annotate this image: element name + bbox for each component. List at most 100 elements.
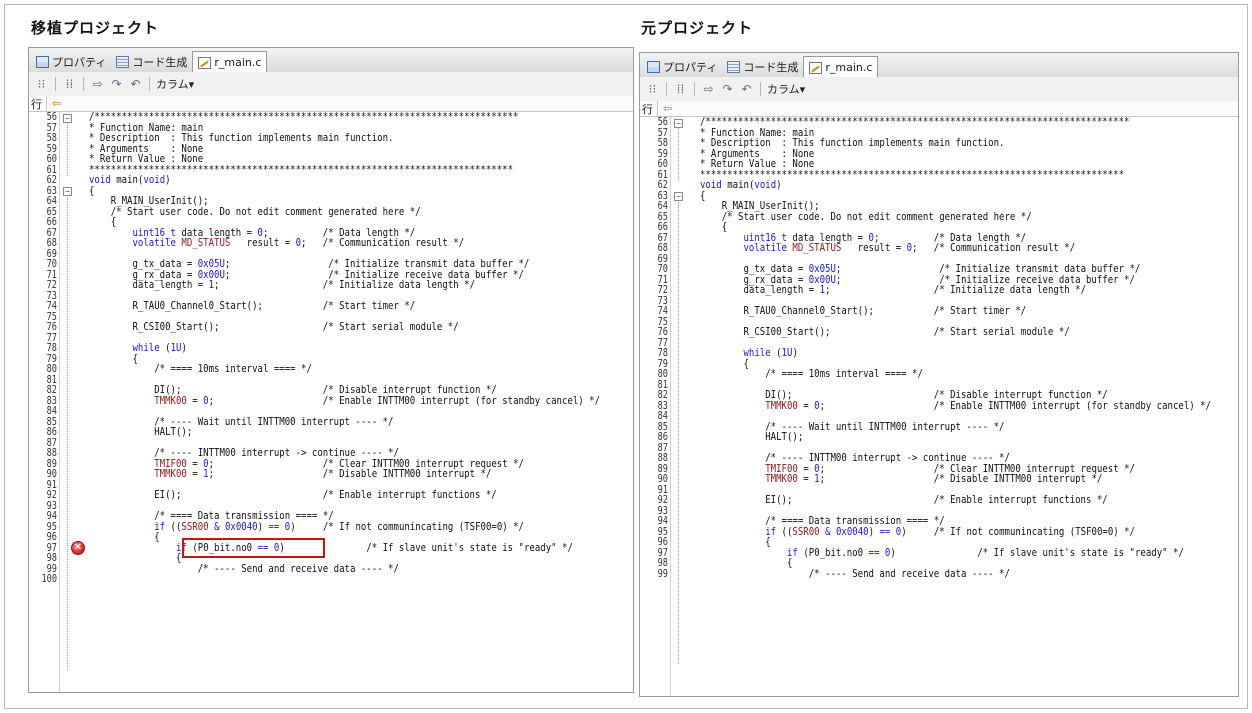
fold-guide bbox=[67, 123, 68, 176]
code-generation-icon bbox=[727, 61, 741, 73]
code-text: TMMK00 = 1; /* Disable INTTM00 interrupt… bbox=[154, 468, 492, 480]
code-text: data_length = 1; /* Initialize data leng… bbox=[89, 279, 476, 291]
code-line: 76 R_CSI00_Start(); /* Start serial modu… bbox=[29, 322, 633, 333]
tab-properties[interactable]: プロパティ bbox=[31, 52, 111, 72]
gutter-divider bbox=[657, 101, 658, 116]
code-text: TMMK00 = 0; /* Enable INTTM00 interrupt … bbox=[154, 394, 601, 407]
code-text: HALT(); bbox=[700, 431, 804, 443]
code-line: 72 data_length = 1; /* Initialize data l… bbox=[640, 285, 1238, 296]
clear-bookmarks-icon[interactable]: ⁞⁞ bbox=[62, 76, 77, 92]
tab-label: コード生成 bbox=[132, 56, 188, 69]
code-text: void main(void) bbox=[700, 179, 782, 191]
fold-toggle-icon[interactable]: − bbox=[674, 119, 683, 128]
code-text: /* ---- Send and receive data ---- */ bbox=[700, 567, 1010, 580]
property-icon bbox=[647, 61, 660, 73]
redo-icon[interactable]: ↷ bbox=[720, 81, 735, 97]
code-line: 72 data_length = 1; /* Initialize data l… bbox=[29, 280, 633, 291]
code-text: R_CSI00_Start(); /* Start serial module … bbox=[89, 321, 459, 333]
current-position-icon[interactable]: ⇦ bbox=[52, 97, 61, 110]
code-line: 86 HALT(); bbox=[29, 427, 633, 438]
code-line: 83 TMMK00 = 0; /* Enable INTTM00 interru… bbox=[640, 399, 1238, 412]
code-line: 90 TMMK00 = 1; /* Disable INTTM00 interr… bbox=[29, 469, 633, 480]
code-text: /* Start user code. Do not edit comment … bbox=[89, 205, 421, 218]
toolbar-separator bbox=[694, 82, 695, 96]
redo-icon[interactable]: ↷ bbox=[109, 76, 124, 92]
right-code-area[interactable]: 56/*************************************… bbox=[640, 117, 1238, 696]
left-tab-bar: プロパティ コード生成 r_main.c bbox=[29, 48, 633, 73]
toolbar-separator bbox=[149, 77, 150, 91]
current-position-icon[interactable]: ⇦ bbox=[663, 102, 672, 115]
line-number: 99 bbox=[657, 567, 668, 580]
column-menu[interactable]: カラム▾ bbox=[767, 81, 805, 97]
code-text: volatile MD_STATUS result = 0; /* Commun… bbox=[743, 242, 1076, 254]
code-line: 68 volatile MD_STATUS result = 0; /* Com… bbox=[29, 238, 633, 249]
toolbar-separator bbox=[760, 82, 761, 96]
left-panel-title: 移植プロジェクト bbox=[31, 19, 160, 37]
c-file-icon bbox=[809, 61, 823, 74]
code-line: 62 void main(void) bbox=[29, 175, 633, 186]
toolbar-separator bbox=[55, 77, 56, 91]
fold-toggle-icon[interactable]: − bbox=[674, 191, 683, 201]
left-gutter-header: 行 ⇦ bbox=[29, 96, 633, 112]
line-column-header: 行 bbox=[31, 98, 42, 111]
property-icon bbox=[36, 56, 49, 68]
code-line: 83 TMMK00 = 0; /* Enable INTTM00 interru… bbox=[29, 394, 633, 407]
tab-properties[interactable]: プロパティ bbox=[642, 57, 722, 77]
toggle-bookmark-icon[interactable]: ⁝⁝ bbox=[34, 76, 49, 92]
code-text: volatile MD_STATUS result = 0; /* Commun… bbox=[132, 237, 465, 249]
code-text: void main(void) bbox=[89, 174, 171, 186]
code-line: 65 /* Start user code. Do not edit comme… bbox=[640, 210, 1238, 223]
toggle-bookmark-icon[interactable]: ⁝⁝ bbox=[645, 81, 660, 97]
error-icon[interactable]: ✕ bbox=[71, 540, 85, 555]
tab-code-generation[interactable]: コード生成 bbox=[111, 52, 192, 72]
left-code-area[interactable]: 56/*************************************… bbox=[29, 112, 633, 692]
code-line: 99 /* ---- Send and receive data ---- */ bbox=[640, 567, 1238, 580]
code-line: 68 volatile MD_STATUS result = 0; /* Com… bbox=[640, 243, 1238, 254]
undo-icon[interactable]: ↶ bbox=[739, 81, 754, 97]
go-to-arrow-icon[interactable]: ⇨ bbox=[701, 81, 716, 97]
c-file-icon bbox=[198, 56, 212, 69]
right-tab-bar: プロパティ コード生成 r_main.c bbox=[640, 53, 1238, 78]
tab-code-generation[interactable]: コード生成 bbox=[722, 57, 803, 77]
code-text: /* Start user code. Do not edit comment … bbox=[700, 210, 1032, 223]
right-gutter-header: 行 ⇦ bbox=[640, 101, 1238, 117]
tab-r-main-c[interactable]: r_main.c bbox=[803, 56, 879, 78]
code-line: 99 /* ---- Send and receive data ---- */ bbox=[29, 563, 633, 575]
right-editor-toolbar: ⁝⁝ ⁞⁞ ⇨ ↷ ↶ カラム▾ bbox=[640, 77, 1238, 102]
toolbar-separator bbox=[83, 77, 84, 91]
code-text: R_CSI00_Start(); /* Start serial module … bbox=[700, 326, 1070, 338]
code-text: R_TAU0_Channel0_Start(); /* Start timer … bbox=[700, 305, 1027, 317]
code-text: EI(); /* Enable interrupt functions */ bbox=[89, 489, 497, 501]
clear-bookmarks-icon[interactable]: ⁞⁞ bbox=[673, 81, 688, 97]
tab-r-main-c[interactable]: r_main.c bbox=[192, 51, 268, 73]
fold-guide bbox=[678, 128, 679, 181]
code-text: TMMK00 = 1; /* Disable INTTM00 interrupt… bbox=[765, 473, 1103, 485]
code-line: 86 HALT(); bbox=[640, 432, 1238, 443]
code-text: data_length = 1; /* Initialize data leng… bbox=[700, 284, 1087, 296]
tab-label: r_main.c bbox=[214, 56, 262, 69]
code-text: TMMK00 = 0; /* Enable INTTM00 interrupt … bbox=[765, 399, 1212, 412]
column-menu[interactable]: カラム▾ bbox=[156, 76, 194, 92]
code-line: 74 R_TAU0_Channel0_Start(); /* Start tim… bbox=[640, 306, 1238, 317]
left-editor-toolbar: ⁝⁝ ⁞⁞ ⇨ ↷ ↶ カラム▾ bbox=[29, 72, 633, 97]
line-number: 100 bbox=[41, 573, 57, 585]
left-editor: プロパティ コード生成 r_main.c ⁝⁝ ⁞⁞ ⇨ ↷ ↶ カラム▾ 行 … bbox=[28, 47, 634, 693]
code-generation-icon bbox=[116, 56, 130, 68]
code-line: 100 bbox=[29, 574, 633, 585]
code-text: R_TAU0_Channel0_Start(); /* Start timer … bbox=[89, 300, 416, 312]
fold-guide bbox=[678, 202, 679, 664]
code-text: EI(); /* Enable interrupt functions */ bbox=[700, 494, 1108, 506]
tab-label: プロパティ bbox=[663, 61, 718, 74]
code-line: 92 EI(); /* Enable interrupt functions *… bbox=[29, 490, 633, 501]
fold-toggle-icon[interactable]: − bbox=[63, 114, 72, 123]
code-line: 80 /* ==== 10ms interval ==== */ bbox=[29, 364, 633, 375]
code-line: 62 void main(void) bbox=[640, 180, 1238, 191]
undo-icon[interactable]: ↶ bbox=[128, 76, 143, 92]
go-to-arrow-icon[interactable]: ⇨ bbox=[90, 76, 105, 92]
code-line: 80 /* ==== 10ms interval ==== */ bbox=[640, 369, 1238, 380]
fold-toggle-icon[interactable]: − bbox=[63, 186, 72, 196]
toolbar-separator bbox=[666, 82, 667, 96]
right-panel-title: 元プロジェクト bbox=[641, 19, 754, 37]
gutter-divider bbox=[46, 96, 47, 111]
right-editor: プロパティ コード生成 r_main.c ⁝⁝ ⁞⁞ ⇨ ↷ ↶ カラム▾ 行 … bbox=[639, 52, 1239, 697]
